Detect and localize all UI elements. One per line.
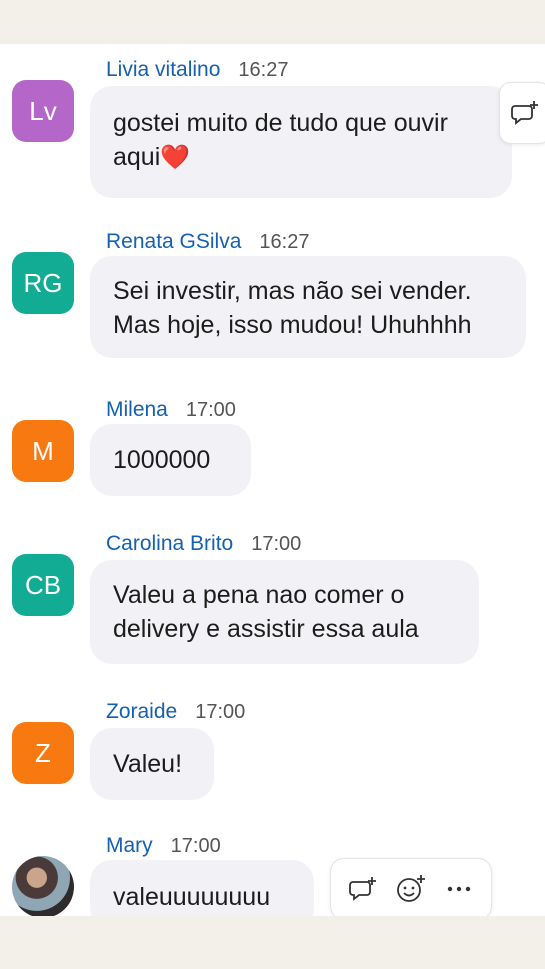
message-bubble[interactable]: Sei investir, mas não sei vender. Mas ho… [90, 256, 526, 358]
message-bubble[interactable]: 1000000 [90, 424, 251, 496]
message-time: 16:27 [238, 59, 289, 81]
chat-screen: Livia vitalino 16:27 Lv gostei muito de … [0, 44, 545, 916]
message-header: Milena 17:00 [106, 398, 236, 422]
message-bubble[interactable]: Valeu! [90, 728, 214, 800]
avatar[interactable]: RG [12, 252, 74, 314]
more-horizontal-icon[interactable] [441, 871, 477, 907]
comment-add-icon [507, 95, 543, 131]
message-time: 17:00 [170, 835, 221, 857]
emoji-add-icon[interactable] [393, 871, 429, 907]
avatar-initials: Z [35, 737, 51, 768]
message-text-line: Valeu! [113, 750, 183, 778]
sender-name[interactable]: Mary [106, 834, 153, 858]
message-time: 16:27 [259, 231, 310, 253]
message-bubble[interactable]: gostei muito de tudo que ouvir aqui❤️ [90, 86, 512, 198]
sender-name[interactable]: Zoraide [106, 700, 177, 724]
avatar[interactable]: CB [12, 554, 74, 616]
sender-name[interactable]: Milena [106, 398, 168, 422]
avatar[interactable]: Lv [12, 80, 74, 142]
message-text-line: gostei muito de tudo que ouvir [113, 109, 448, 137]
message-header: Zoraide 17:00 [106, 700, 245, 724]
message-time: 17:00 [251, 533, 302, 555]
sender-name[interactable]: Renata GSilva [106, 230, 241, 254]
avatar-initials: RG [23, 267, 63, 298]
comment-add-icon[interactable] [345, 871, 381, 907]
sender-name[interactable]: Livia vitalino [106, 58, 220, 82]
message-text-line: valeuuuuuuuu [113, 883, 271, 911]
message-text-line: 1000000 [113, 446, 211, 474]
sender-name[interactable]: Carolina Brito [106, 532, 233, 556]
avatar[interactable] [12, 856, 74, 916]
message-bubble[interactable]: Valeu a pena nao comer o delivery e assi… [90, 560, 479, 664]
message-text-line: aqui❤️ [113, 143, 191, 171]
message-text-line: Mas hoje, isso mudou! Uhuhhhh [113, 311, 472, 339]
reply-thread-button[interactable] [499, 82, 545, 144]
avatar-initials: Lv [29, 95, 57, 126]
avatar[interactable]: M [12, 420, 74, 482]
message-text-line: delivery e assistir essa aula [113, 615, 419, 643]
message-time: 17:00 [185, 399, 236, 421]
message-actions-toolbar [330, 858, 492, 916]
message-header: Mary 17:00 [106, 834, 221, 858]
message-header: Livia vitalino 16:27 [106, 58, 288, 82]
avatar-initials: M [32, 435, 54, 466]
message-header: Carolina Brito 17:00 [106, 532, 301, 556]
message-bubble[interactable]: valeuuuuuuuu [90, 860, 314, 916]
avatar[interactable]: Z [12, 722, 74, 784]
message-text-line: Sei investir, mas não sei vender. [113, 277, 472, 305]
message-text-line: Valeu a pena nao comer o [113, 581, 405, 609]
avatar-initials: CB [24, 569, 62, 600]
heart-emoji: ❤️ [160, 144, 191, 171]
message-header: Renata GSilva 16:27 [106, 230, 309, 254]
message-time: 17:00 [195, 701, 246, 723]
